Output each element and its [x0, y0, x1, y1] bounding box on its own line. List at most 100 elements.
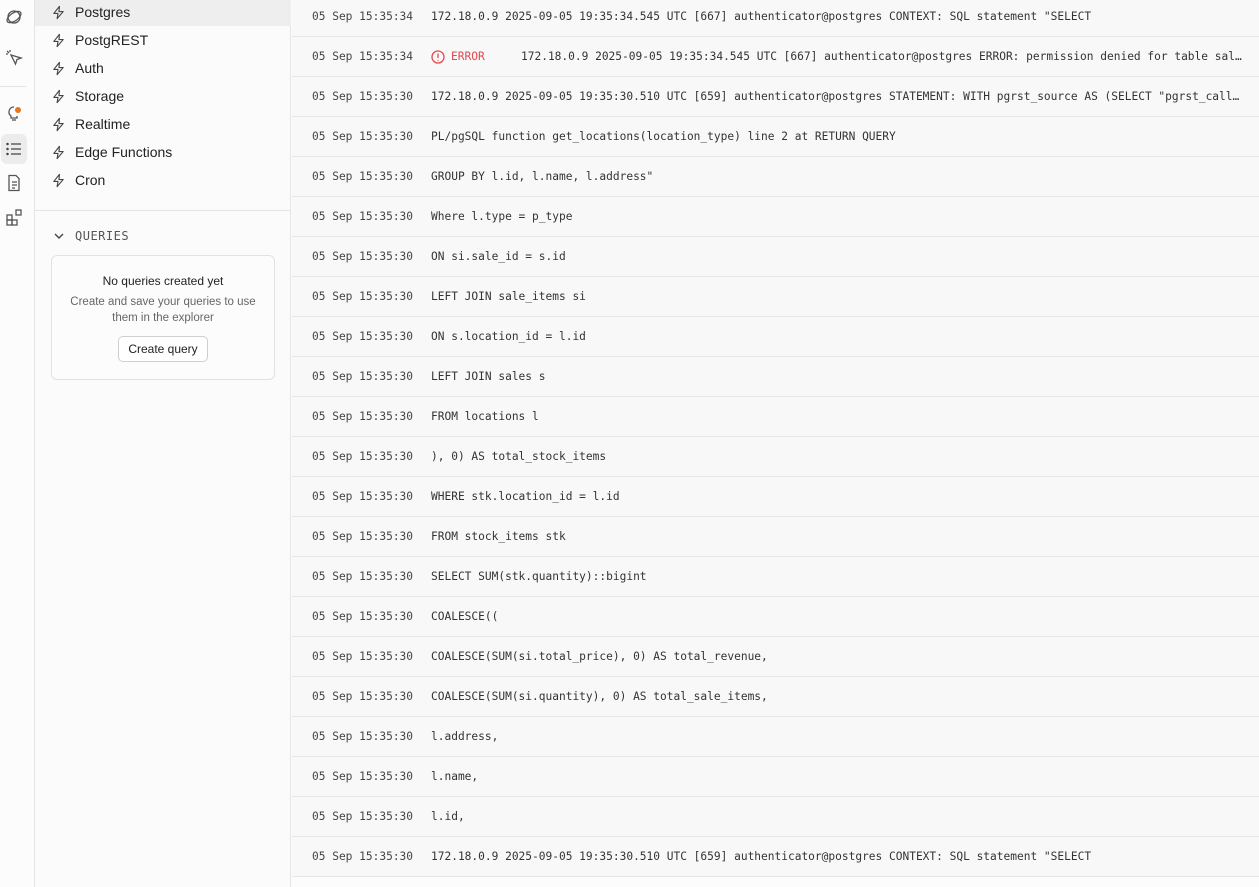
- log-row[interactable]: 05 Sep 15:35:30 l.address,: [292, 717, 1259, 757]
- log-message: PL/pgSQL function get_locations(location…: [431, 130, 896, 143]
- log-timestamp: 05 Sep 15:35:30: [312, 570, 414, 583]
- source-label: Realtime: [75, 116, 131, 132]
- log-message: l.address,: [431, 730, 499, 743]
- bolt-icon: [53, 61, 64, 75]
- source-realtime[interactable]: Realtime: [35, 110, 291, 138]
- bolt-icon: [53, 33, 64, 47]
- log-row[interactable]: 05 Sep 15:35:30 PL/pgSQL function get_loc…: [292, 117, 1259, 157]
- source-label: Postgres: [75, 4, 131, 20]
- log-message: Where l.type = p_type: [431, 210, 573, 223]
- sidebar-divider: [35, 210, 291, 211]
- log-message: ), 0) AS total_stock_items: [431, 450, 607, 463]
- blocks-icon[interactable]: [1, 202, 27, 232]
- source-auth[interactable]: Auth: [35, 54, 291, 82]
- log-row[interactable]: 05 Sep 15:35:30 LEFT JOIN sale_items si: [292, 277, 1259, 317]
- log-row[interactable]: 05 Sep 15:35:30 l.name,: [292, 757, 1259, 797]
- lightbulb-notification-icon[interactable]: [1, 99, 27, 129]
- log-timestamp: 05 Sep 15:35:30: [312, 210, 414, 223]
- log-timestamp: 05 Sep 15:35:30: [312, 250, 414, 263]
- log-message: LEFT JOIN sales s: [431, 370, 546, 383]
- log-timestamp: 05 Sep 15:35:30: [312, 770, 414, 783]
- icon-rail: [0, 0, 35, 887]
- log-message: COALESCE(SUM(si.total_price), 0) AS tota…: [431, 650, 768, 663]
- log-row[interactable]: 05 Sep 15:35:30 FROM locations l: [292, 397, 1259, 437]
- log-timestamp: 05 Sep 15:35:30: [312, 370, 414, 383]
- source-edge-functions[interactable]: Edge Functions: [35, 138, 291, 166]
- log-row[interactable]: 05 Sep 15:35:30 COALESCE((: [292, 597, 1259, 637]
- log-timestamp: 05 Sep 15:35:30: [312, 450, 414, 463]
- log-row[interactable]: 05 Sep 15:35:30 SELECT SUM(stk.quantity):…: [292, 557, 1259, 597]
- log-row[interactable]: 05 Sep 15:35:30 l.id,: [292, 797, 1259, 837]
- log-message: WHERE stk.location_id = l.id: [431, 490, 620, 503]
- log-message: FROM locations l: [431, 410, 539, 423]
- source-postgrest[interactable]: PostgREST: [35, 26, 291, 54]
- log-row[interactable]: 05 Sep 15:35:30 172.18.0.9 2025-09-05 19:…: [292, 77, 1259, 117]
- log-row[interactable]: 05 Sep 15:35:30 ON s.location_id = l.id: [292, 317, 1259, 357]
- source-label: Auth: [75, 60, 104, 76]
- create-query-button[interactable]: Create query: [118, 336, 208, 362]
- bolt-icon: [53, 173, 64, 187]
- log-message: GROUP BY l.id, l.name, l.address": [431, 170, 654, 183]
- log-timestamp: 05 Sep 15:35:30: [312, 610, 414, 623]
- log-message: COALESCE(SUM(si.quantity), 0) AS total_s…: [431, 690, 768, 703]
- log-timestamp: 05 Sep 15:35:30: [312, 410, 414, 423]
- log-level: ERROR: [451, 50, 485, 63]
- log-timestamp: 05 Sep 15:35:34: [312, 50, 414, 63]
- log-row[interactable]: 05 Sep 15:35:34 ERROR 172.18.0.9 2025-09-0…: [292, 37, 1259, 77]
- cursor-click-icon[interactable]: [1, 43, 27, 73]
- log-message: 172.18.0.9 2025-09-05 19:35:34.545 UTC […: [521, 50, 1259, 63]
- log-message: ON si.sale_id = s.id: [431, 250, 566, 263]
- log-level-badge: ERROR: [431, 49, 521, 64]
- log-row[interactable]: 05 Sep 15:35:30 172.18.0.9 2025-09-05 19:…: [292, 837, 1259, 877]
- log-timestamp: 05 Sep 15:35:30: [312, 170, 414, 183]
- bolt-icon: [53, 89, 64, 103]
- source-label: Storage: [75, 88, 125, 104]
- log-timestamp: 05 Sep 15:35:30: [312, 690, 414, 703]
- list-logs-icon[interactable]: [1, 134, 27, 164]
- log-timestamp: 05 Sep 15:35:30: [312, 90, 414, 103]
- queries-section-toggle[interactable]: QUERIES: [53, 229, 129, 243]
- empty-title: No queries created yet: [102, 274, 224, 288]
- log-list: 05 Sep 15:35:34 172.18.0.9 2025-09-05 19:…: [292, 0, 1259, 877]
- log-timestamp: 05 Sep 15:35:30: [312, 490, 414, 503]
- bolt-icon: [53, 5, 64, 19]
- log-timestamp: 05 Sep 15:35:30: [312, 850, 414, 863]
- log-message: l.name,: [431, 770, 479, 783]
- bolt-icon: [53, 145, 64, 159]
- logo-orbit-icon[interactable]: [1, 2, 27, 32]
- log-row[interactable]: 05 Sep 15:35:30 COALESCE(SUM(si.quantity)…: [292, 677, 1259, 717]
- log-timestamp: 05 Sep 15:35:30: [312, 330, 414, 343]
- log-row[interactable]: 05 Sep 15:35:30 Where l.type = p_type: [292, 197, 1259, 237]
- log-message: ON s.location_id = l.id: [431, 330, 586, 343]
- log-message: 172.18.0.9 2025-09-05 19:35:30.510 UTC […: [431, 850, 1092, 863]
- source-label: PostgREST: [75, 32, 149, 48]
- log-timestamp: 05 Sep 15:35:30: [312, 650, 414, 663]
- log-timestamp: 05 Sep 15:35:30: [312, 290, 414, 303]
- log-row[interactable]: 05 Sep 15:35:30 LEFT JOIN sales s: [292, 357, 1259, 397]
- empty-description: Create and save your queries to use them…: [70, 296, 256, 324]
- log-timestamp: 05 Sep 15:35:30: [312, 130, 414, 143]
- log-row[interactable]: 05 Sep 15:35:30 GROUP BY l.id, l.name, l.…: [292, 157, 1259, 197]
- log-message: l.id,: [431, 810, 465, 823]
- log-message: 172.18.0.9 2025-09-05 19:35:34.545 UTC […: [431, 10, 1092, 23]
- log-row[interactable]: 05 Sep 15:35:30 WHERE stk.location_id = l…: [292, 477, 1259, 517]
- log-row[interactable]: 05 Sep 15:35:34 172.18.0.9 2025-09-05 19:…: [292, 0, 1259, 37]
- log-message: COALESCE((: [431, 610, 499, 623]
- log-row[interactable]: 05 Sep 15:35:30 ), 0) AS total_stock_item…: [292, 437, 1259, 477]
- log-row[interactable]: 05 Sep 15:35:30 COALESCE(SUM(si.total_pri…: [292, 637, 1259, 677]
- source-storage[interactable]: Storage: [35, 82, 291, 110]
- bolt-icon: [53, 117, 64, 131]
- source-label: Edge Functions: [75, 144, 173, 160]
- log-row[interactable]: 05 Sep 15:35:30 ON si.sale_id = s.id: [292, 237, 1259, 277]
- log-timestamp: 05 Sep 15:35:30: [312, 730, 414, 743]
- log-message: 172.18.0.9 2025-09-05 19:35:30.510 UTC […: [431, 90, 1259, 103]
- log-message: LEFT JOIN sale_items si: [431, 290, 586, 303]
- source-label: Cron: [75, 172, 106, 188]
- source-postgres[interactable]: Postgres: [35, 0, 291, 26]
- chevron-down-icon: [54, 233, 64, 239]
- source-cron[interactable]: Cron: [35, 166, 291, 194]
- queries-empty-state: No queries created yet Create and save y…: [51, 255, 275, 380]
- document-icon[interactable]: [1, 168, 27, 198]
- log-row[interactable]: 05 Sep 15:35:30 FROM stock_items stk: [292, 517, 1259, 557]
- rail-divider: [0, 86, 26, 87]
